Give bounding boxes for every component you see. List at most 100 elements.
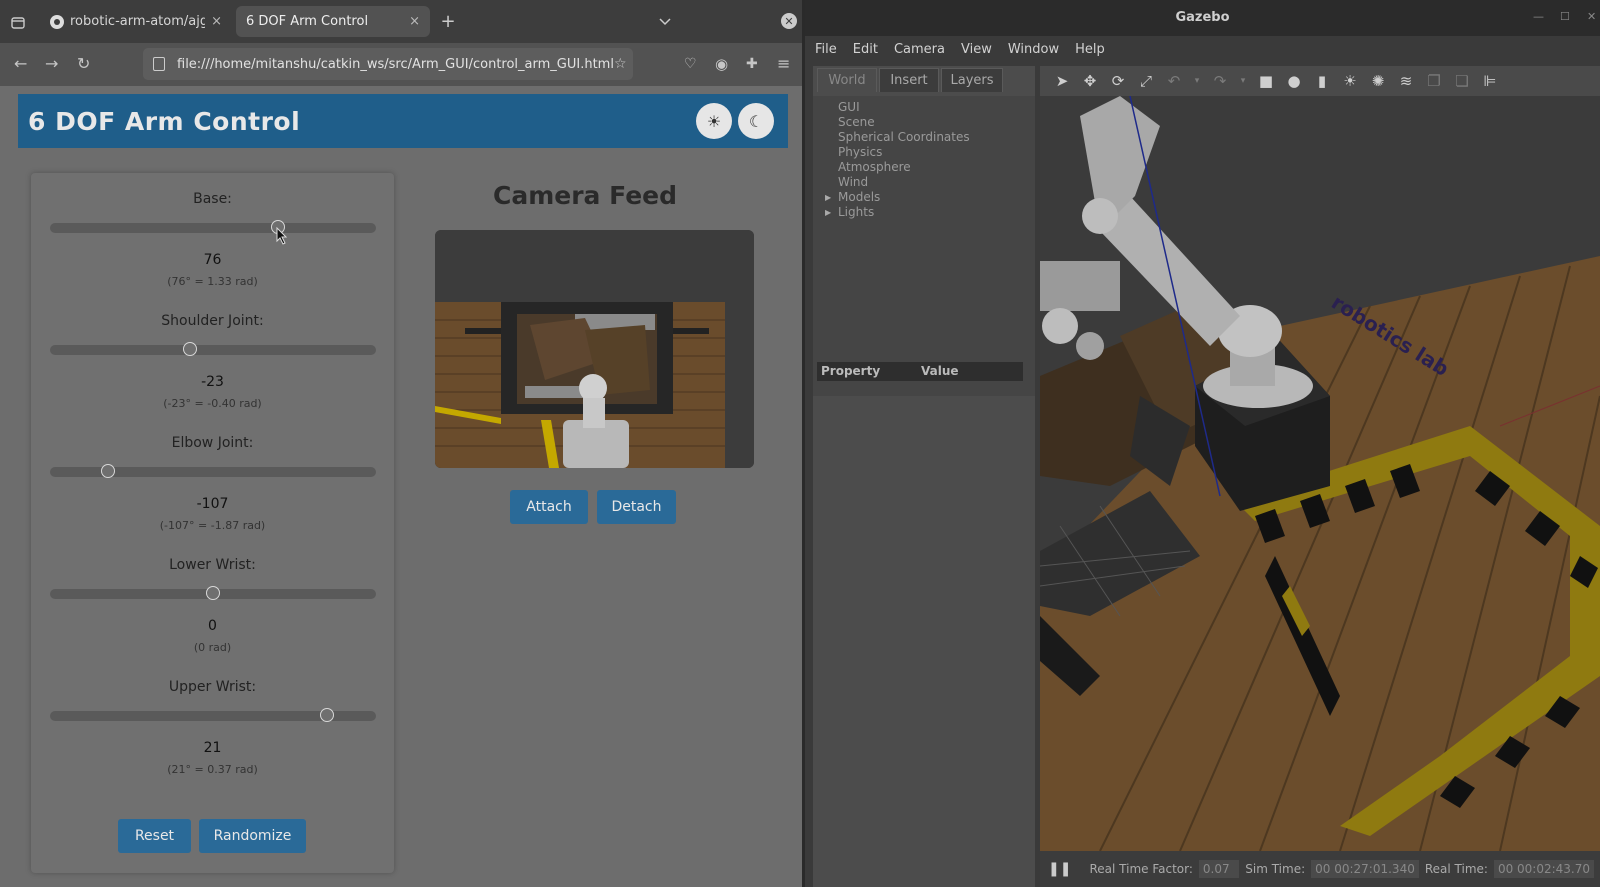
slider-thumb[interactable] (319, 708, 334, 722)
detach-button[interactable]: Detach (597, 490, 676, 524)
slider-thumb[interactable] (182, 342, 197, 356)
sim-time-value: 00 00:27:01.340 (1311, 860, 1419, 878)
tab-label: robotic-arm-atom/ajgar_ros (70, 14, 206, 29)
close-tab-icon[interactable]: × (409, 14, 420, 29)
close-icon[interactable]: ✕ (1587, 10, 1596, 23)
page-title: 6 DOF Arm Control (28, 106, 301, 136)
copy-icon[interactable]: ❐ (1420, 72, 1448, 90)
expand-arrow-icon[interactable]: ▶ (825, 193, 831, 202)
directional-light-icon[interactable]: ≋ (1392, 72, 1420, 90)
url-bar[interactable]: file:///home/mitanshu/catkin_ws/src/Arm_… (143, 48, 633, 80)
redo-icon[interactable]: ↷ (1206, 72, 1234, 90)
joint-slider[interactable] (49, 342, 376, 356)
redo-history-icon[interactable]: ▾ (1234, 76, 1252, 86)
new-tab-button[interactable]: + (438, 11, 458, 32)
real-time-label: Real Time: (1424, 862, 1488, 876)
mouse-cursor-icon (276, 227, 288, 245)
tree-item-wind[interactable]: Wind (838, 175, 868, 190)
reset-button[interactable]: Reset (118, 819, 191, 853)
joint-value: 0 (208, 618, 217, 634)
window-title: Gazebo (805, 0, 1600, 36)
tab-bar: robotic-arm-atom/ajgar_ros × 6 DOF Arm C… (0, 0, 805, 43)
joint-label: Upper Wrist: (168, 679, 257, 695)
spot-light-icon[interactable]: ✺ (1364, 72, 1392, 90)
translate-tool-icon[interactable]: ✥ (1076, 72, 1104, 90)
tree-item-spherical-coordinates[interactable]: Spherical Coordinates (838, 130, 970, 145)
camera-feed-title: Camera Feed (493, 181, 677, 210)
pause-icon[interactable]: ❚❚ (1048, 861, 1071, 877)
joint-slider[interactable] (49, 708, 376, 722)
box-shape-icon[interactable]: ■ (1252, 72, 1280, 90)
menu-file[interactable]: File (815, 42, 837, 57)
joint-radians: (-23° = -0.40 rad) (163, 397, 262, 410)
joint-radians: (-107° = -1.87 rad) (159, 519, 266, 532)
joint-base: Base: 76 (76° = 1.33 rad) (31, 189, 394, 289)
bookmark-star-icon[interactable]: ☆ (614, 56, 627, 72)
select-tool-icon[interactable]: ➤ (1048, 72, 1076, 90)
rotate-tool-icon[interactable]: ⟳ (1104, 72, 1132, 90)
cylinder-shape-icon[interactable]: ▮ (1308, 72, 1336, 90)
pocket-icon[interactable]: ♡ (684, 55, 697, 73)
sim-time-label: Sim Time: (1245, 862, 1306, 876)
menu-edit[interactable]: Edit (853, 42, 878, 57)
randomize-button[interactable]: Randomize (199, 819, 306, 853)
attach-button[interactable]: Attach (510, 490, 588, 524)
tree-item-gui[interactable]: GUI (838, 100, 860, 115)
account-icon[interactable]: ◉ (715, 55, 728, 73)
close-tab-icon[interactable]: × (211, 14, 222, 29)
maximize-icon[interactable]: ☐ (1560, 10, 1570, 23)
tab-world[interactable]: World (817, 68, 877, 92)
chevron-down-icon[interactable] (655, 12, 675, 32)
minimize-icon[interactable]: — (1533, 10, 1544, 23)
3d-viewport[interactable]: robotics lab (1040, 96, 1600, 851)
menu-view[interactable]: View (961, 42, 992, 57)
joint-slider[interactable] (49, 464, 376, 478)
world-panel: World Insert Layers GUI Scene Spherical … (813, 66, 1035, 887)
joint-shoulder: Shoulder Joint: -23 (-23° = -0.40 rad) (31, 311, 394, 411)
menu-help[interactable]: Help (1075, 42, 1105, 57)
property-header: Property Value (817, 362, 1023, 381)
menu-window[interactable]: Window (1008, 42, 1059, 57)
tab-label: 6 DOF Arm Control (246, 14, 369, 29)
point-light-icon[interactable]: ☀ (1336, 72, 1364, 90)
menu-camera[interactable]: Camera (894, 42, 945, 57)
close-window-icon[interactable]: ✕ (781, 13, 797, 29)
property-column: Property (821, 364, 881, 378)
rtf-value: 0.07 (1198, 860, 1240, 878)
tab-insert[interactable]: Insert (879, 68, 939, 92)
dark-mode-button[interactable]: ☾ (738, 103, 774, 139)
align-icon[interactable]: ⊫ (1476, 72, 1504, 90)
sphere-shape-icon[interactable]: ● (1280, 72, 1308, 90)
paste-icon[interactable]: ❏ (1448, 72, 1476, 90)
slider-thumb[interactable] (101, 464, 116, 478)
light-mode-button[interactable]: ☀ (696, 103, 732, 139)
tree-item-physics[interactable]: Physics (838, 145, 882, 160)
menu-icon[interactable]: ≡ (777, 55, 790, 73)
undo-history-icon[interactable]: ▾ (1188, 76, 1206, 86)
tree-item-scene[interactable]: Scene (838, 115, 875, 130)
undo-icon[interactable]: ↶ (1160, 72, 1188, 90)
browser-window: robotic-arm-atom/ajgar_ros × 6 DOF Arm C… (0, 0, 805, 887)
tab-arm-control[interactable]: 6 DOF Arm Control × (236, 6, 430, 37)
reload-icon[interactable]: ↻ (77, 55, 90, 73)
page-content: 6 DOF Arm Control ☀ ☾ Base: 76 (76° = 1.… (0, 86, 805, 887)
joint-slider[interactable] (49, 220, 376, 234)
tab-github[interactable]: robotic-arm-atom/ajgar_ros × (40, 6, 232, 37)
tree-item-lights[interactable]: Lights (838, 205, 874, 220)
forward-icon[interactable]: → (45, 55, 58, 73)
extensions-icon[interactable]: ✚ (746, 55, 758, 73)
tree-item-models[interactable]: Models (838, 190, 880, 205)
joint-slider[interactable] (49, 586, 376, 600)
joint-lower-wrist: Lower Wrist: 0 (0 rad) (31, 555, 394, 655)
scale-tool-icon[interactable]: ⤢ (1132, 72, 1160, 90)
github-icon (50, 14, 64, 29)
expand-arrow-icon[interactable]: ▶ (825, 208, 831, 217)
slider-thumb[interactable] (205, 586, 220, 600)
tab-layers[interactable]: Layers (941, 68, 1003, 92)
page-icon (153, 57, 165, 71)
back-icon[interactable]: ← (14, 55, 27, 73)
tree-item-atmosphere[interactable]: Atmosphere (838, 160, 911, 175)
camera-feed-image (435, 230, 754, 468)
gazebo-window: Gazebo — ☐ ✕ File Edit Camera View Windo… (805, 0, 1600, 887)
tab-list-icon[interactable] (8, 12, 28, 32)
